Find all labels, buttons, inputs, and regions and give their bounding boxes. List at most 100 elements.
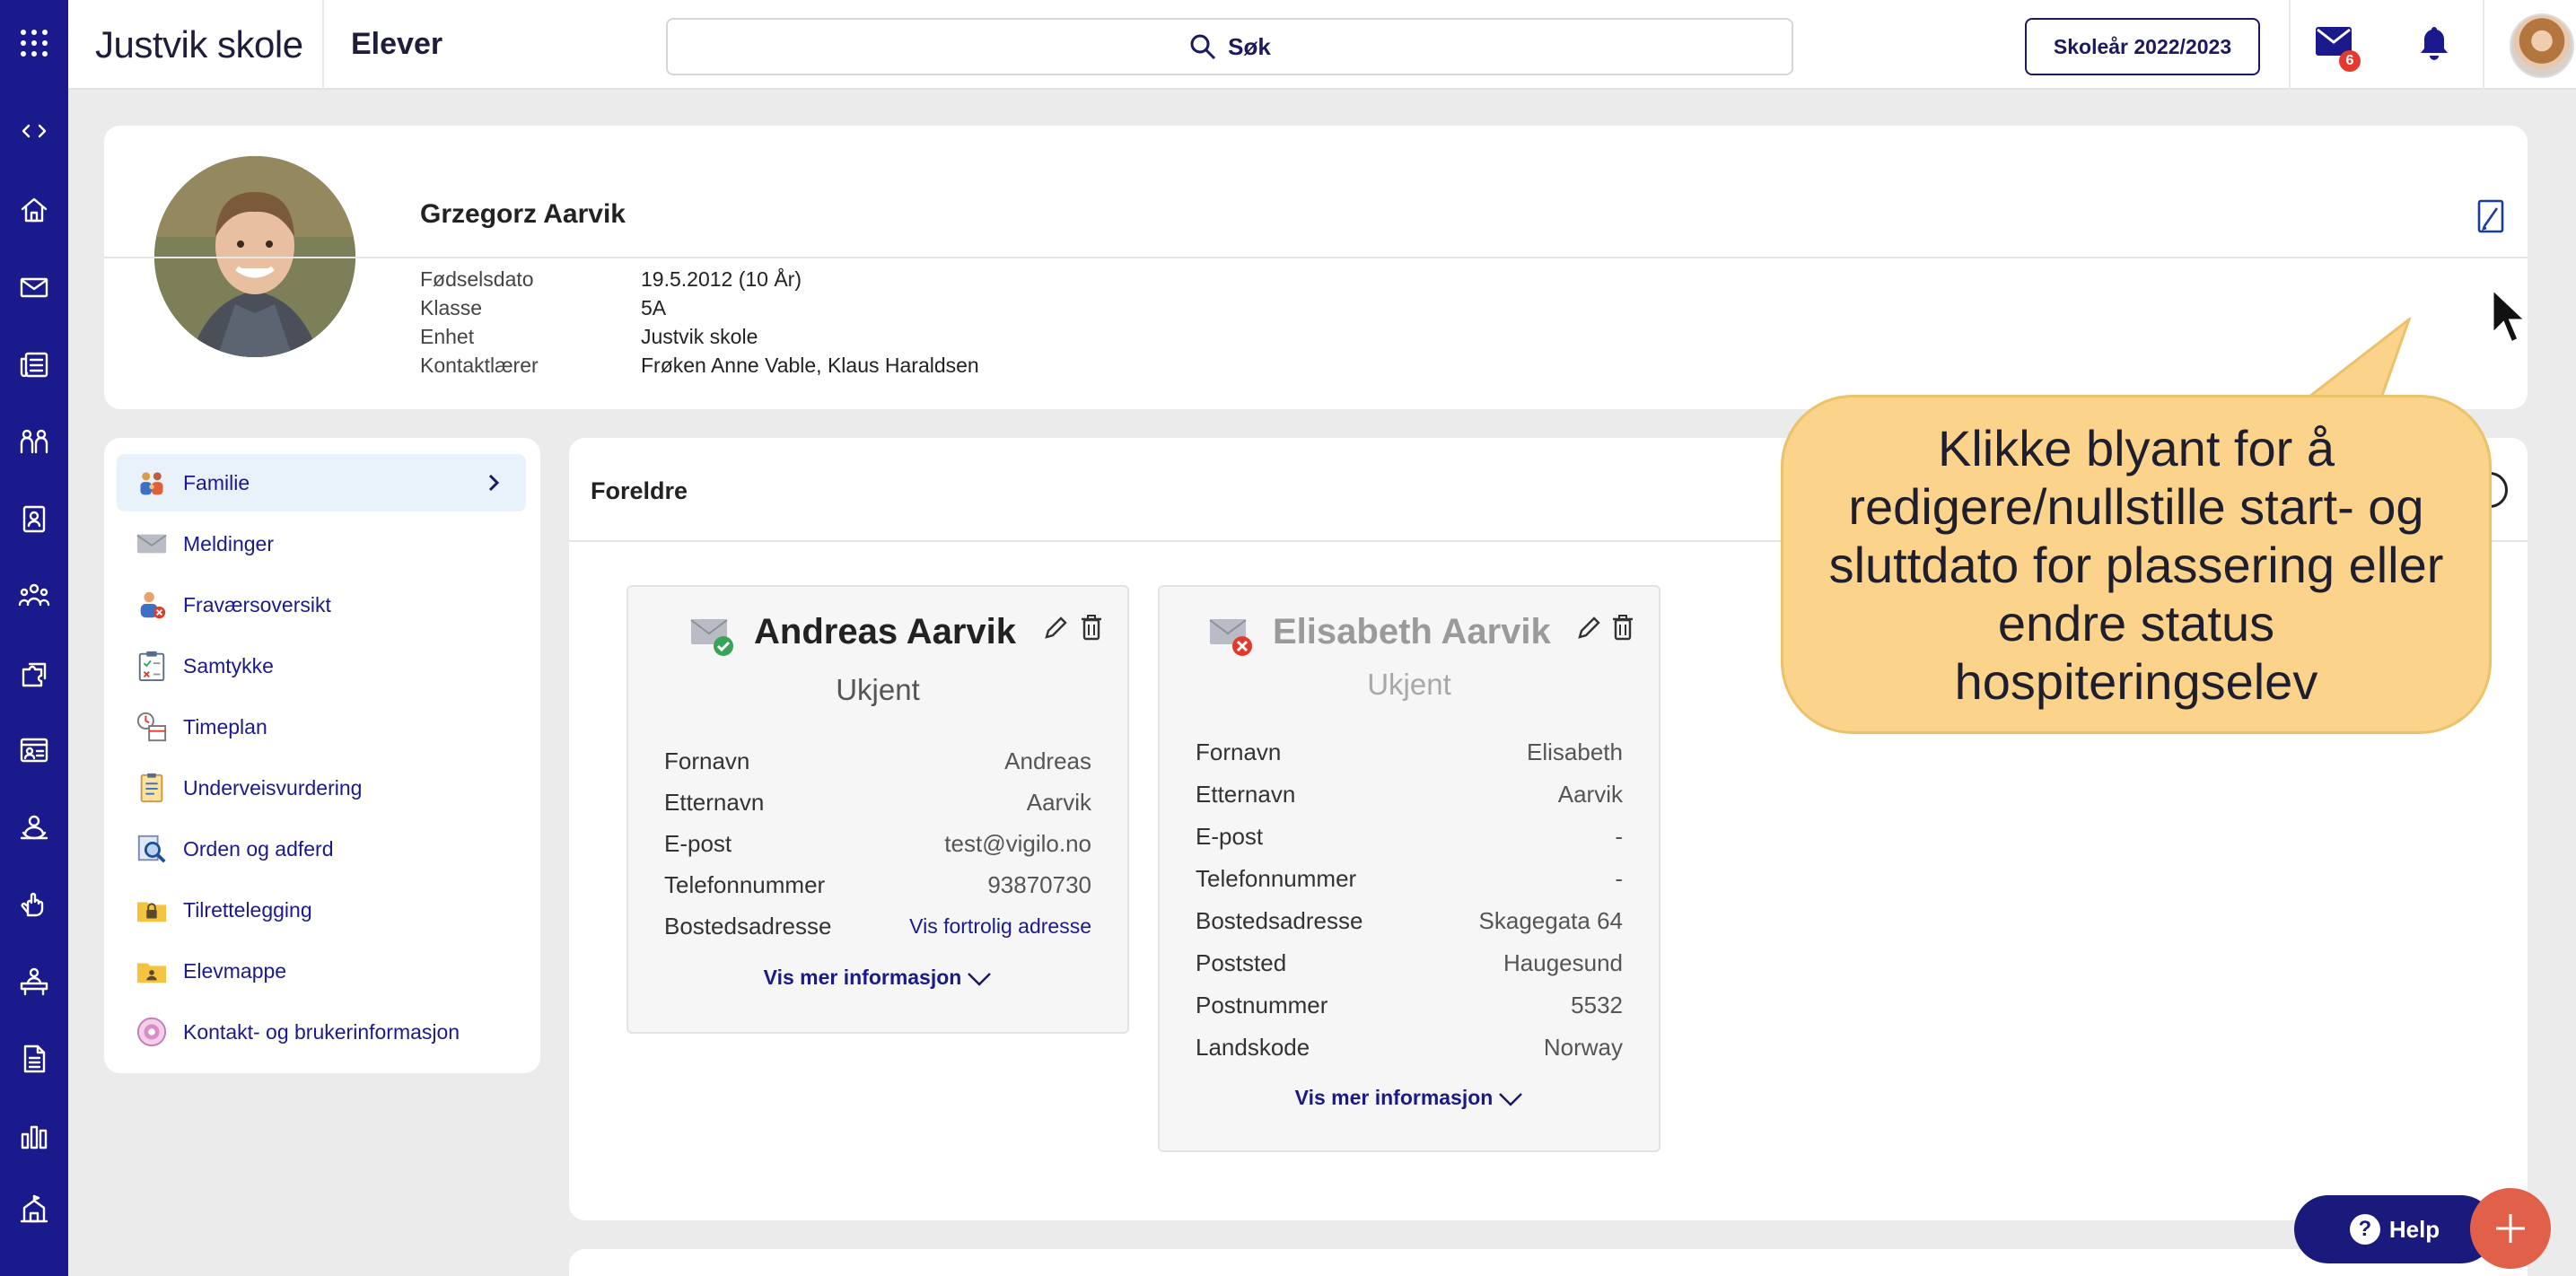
people-icon[interactable] [0,569,68,623]
callout-line: sluttdato for plassering eller [1828,536,2444,593]
chevron-down-icon [1499,1093,1523,1106]
info-value: Aarvik [1557,780,1623,808]
field-label: Enhet [420,325,475,348]
show-more-info-button[interactable]: Vis mer informasjon [1160,1086,1659,1110]
menu-item-samtykke[interactable]: Samtykke [117,637,526,695]
user-avatar[interactable] [2510,13,2574,78]
mail-icon[interactable] [0,260,68,314]
info-row: Poststed Haugesund [1196,947,1623,979]
school-building-icon[interactable] [0,1183,68,1237]
calendar-user-icon[interactable] [0,723,68,777]
help-button[interactable]: ? Help [2294,1195,2495,1263]
edit-pencil-icon[interactable] [1043,614,1068,641]
info-value: Aarvik [1026,788,1091,816]
add-button[interactable] [2470,1188,2551,1269]
document-icon[interactable] [0,1032,68,1086]
student-section-menu: Familie Meldinger Fraværsoversikt Samtyk… [104,438,540,1073]
divider [2483,0,2484,90]
support-person-icon[interactable] [0,800,68,854]
info-label: Fornavn [1196,738,1282,765]
info-row: Fornavn Andreas [664,745,1091,777]
bar-chart-icon[interactable] [0,1109,68,1163]
student-card-icon[interactable] [0,492,68,546]
menu-item-meldinger[interactable]: Meldinger [117,515,526,572]
callout-line: redigere/nullstille start- og [1848,477,2424,535]
assessment-icon [135,771,169,805]
contact-teacher-value: Frøken Anne Vable, Klaus Haraldsen [641,354,979,377]
info-row: E-post - [1196,820,1623,852]
menu-item-underveisvurdering[interactable]: Underveisvurdering [117,759,526,817]
app-grid-icon[interactable] [0,16,68,70]
search-icon [1190,34,1216,60]
field-label: Fødselsdato [420,267,534,291]
show-more-label: Vis mer informasjon [763,966,962,989]
teacher-desk-icon[interactable] [0,955,68,1009]
info-label: Telefonnummer [664,870,826,898]
info-row: Bostedsadresse Vis fortrolig adresse [664,910,1091,942]
callout-line: hospiteringselev [1954,652,2318,710]
student-name: Grzegorz Aarvik [420,199,626,229]
news-icon[interactable] [0,337,68,391]
magnifier-icon [135,832,169,866]
menu-item-label: Elevmappe [183,958,287,983]
edit-pencil-icon[interactable] [2477,199,2504,233]
menu-item-label: Kontakt- og brukerinformasjon [183,1019,460,1044]
home-icon[interactable] [0,183,68,237]
help-label: Help [2388,1215,2440,1243]
contact-info-icon [135,1015,169,1049]
menu-item-elevmappe[interactable]: Elevmappe [117,942,526,1000]
absence-icon [135,588,169,622]
school-year-button[interactable]: Skoleår 2022/2023 [2025,18,2260,75]
menu-item-timeplan[interactable]: Timeplan [117,698,526,756]
envelope-icon [135,527,169,561]
menu-item-kontakt-og-brukerinformasjon[interactable]: Kontakt- og brukerinformasjon [117,1003,526,1061]
info-row: Landskode Norway [1196,1031,1623,1063]
menu-item-label: Timeplan [183,714,267,739]
groups-icon[interactable] [0,415,68,468]
menu-item-label: Orden og adferd [183,836,334,861]
menu-item-tilrettelegging[interactable]: Tilrettelegging [117,881,526,939]
lock-folder-icon [135,893,169,927]
parent-name: Elisabeth Aarvik [1273,612,1551,651]
menu-item-fravaersoversikt[interactable]: Fraværsoversikt [117,576,526,634]
delete-trash-icon[interactable] [1610,614,1635,641]
menu-item-familie[interactable]: Familie [117,454,526,511]
puzzle-icon[interactable] [0,646,68,700]
plus-icon [2496,1214,2525,1243]
info-label: Bostedsadresse [664,912,832,940]
info-label: Postnummer [1196,991,1328,1018]
mail-count-badge: 6 [2339,50,2361,72]
info-value: - [1615,864,1623,892]
info-row: Telefonnummer 93870730 [664,869,1091,901]
info-label: Etternavn [1196,780,1296,808]
info-row: Etternavn Aarvik [1196,778,1623,810]
notification-bell-icon[interactable] [2418,25,2454,65]
chevron-down-icon [968,973,992,986]
search-input[interactable]: Søk [666,18,1793,75]
instruction-callout: Klikke blyant for å redigere/nullstille … [1781,395,2492,734]
menu-item-label: Tilrettelegging [183,897,312,922]
menu-item-label: Underveisvurdering [183,775,363,800]
hand-icon[interactable] [0,878,68,931]
info-value: - [1615,822,1623,850]
edit-pencil-icon[interactable] [1576,614,1601,641]
page-title: Elever [351,27,443,61]
callout-line: Klikke blyant for å [1938,419,2335,476]
delete-trash-icon[interactable] [1079,614,1104,641]
info-value: Norway [1543,1033,1623,1061]
info-value: Skagegata 64 [1478,906,1623,934]
info-value: 5532 [1571,991,1623,1018]
show-more-label: Vis mer informasjon [1294,1086,1494,1109]
menu-item-orden-og-adferd[interactable]: Orden og adferd [117,820,526,878]
show-confidential-address-link[interactable]: Vis fortrolig adresse [909,914,1091,939]
menu-item-label: Meldinger [183,531,274,555]
parent-name: Andreas Aarvik [754,612,1016,651]
info-value: test@vigilo.no [944,829,1091,857]
info-row: Telefonnummer - [1196,862,1623,895]
expand-collapse-icon[interactable] [0,104,68,158]
chevron-right-icon [488,474,500,492]
show-more-info-button[interactable]: Vis mer informasjon [628,966,1127,990]
menu-item-label: Samtykke [183,653,274,677]
left-nav-rail [0,0,68,1276]
info-label: Fornavn [664,747,750,774]
